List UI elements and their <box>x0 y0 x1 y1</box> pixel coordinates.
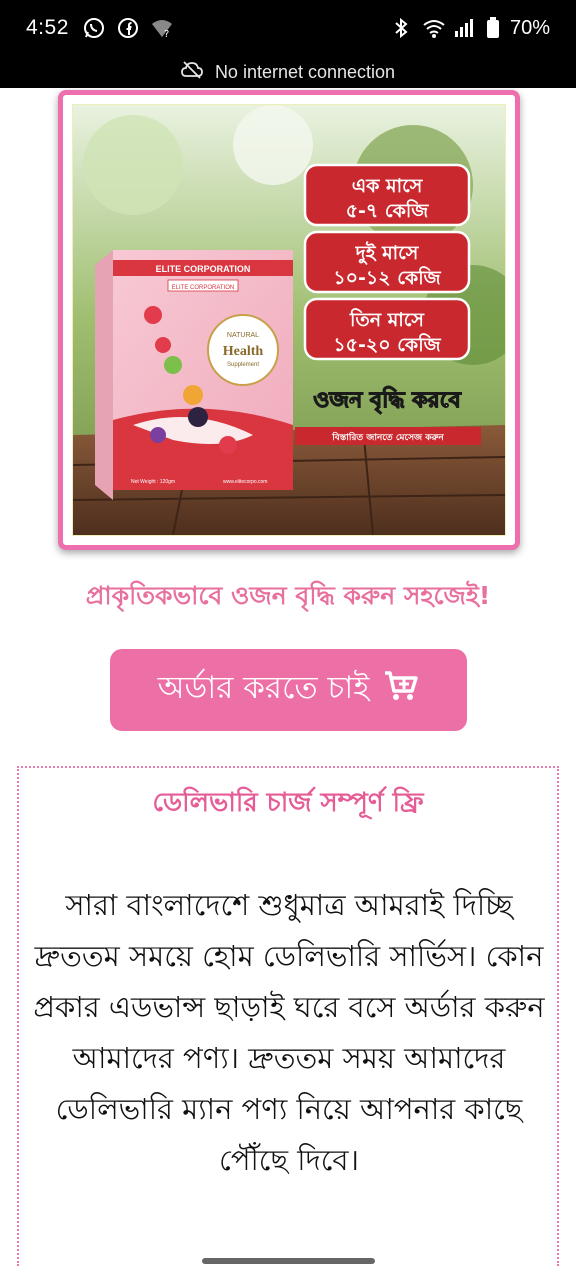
whatsapp-icon <box>83 17 105 39</box>
tagline: প্রাকৃতিকভাবে ওজন বৃদ্ধি করুন সহজেই! <box>85 581 491 610</box>
product-brand-small: ELITE CORPORATION <box>172 285 235 291</box>
wifi-question-icon: ? <box>151 17 173 40</box>
delivery-description: সারা বাংলাদেশে শুধুমাত্র আমরাই দিচ্ছি দ্… <box>33 888 545 1177</box>
delivery-section: ডেলিভারি চার্জ সম্পূর্ণ ফ্রি সারা বাংলাদ… <box>17 766 559 1266</box>
svg-text:১০-১২ কেজি: ১০-১২ কেজি <box>333 266 441 289</box>
order-button-label: অর্ডার করতে চাই <box>157 670 370 706</box>
status-bar: 4:52 ? 70% <box>0 0 576 56</box>
cloud-off-icon <box>181 60 203 84</box>
hero-headline: ওজন বৃদ্ধি করবে <box>313 386 461 414</box>
facebook-icon <box>117 17 139 39</box>
product-site: www.elitecorpo.com <box>223 479 267 485</box>
status-right: 70% <box>390 17 550 40</box>
no-internet-text: No internet connection <box>214 61 396 82</box>
product-natural: NATURAL <box>227 332 259 339</box>
svg-text:তিন মাসে: তিন মাসে <box>349 308 425 331</box>
battery-icon <box>486 17 500 39</box>
order-button[interactable]: অর্ডার করতে চাই <box>110 649 467 731</box>
product-weight: Net Weight : 120gm <box>131 479 175 485</box>
bluetooth-icon <box>390 17 412 39</box>
svg-text:৫-৭ কেজি: ৫-৭ কেজি <box>346 199 430 222</box>
svg-text:১৫-২০ কেজি: ১৫-২০ কেজি <box>333 333 441 356</box>
badge-3: তিন মাসে ১৫-২০ কেজি <box>303 297 471 361</box>
badge-2: দুই মাসে ১০-১২ কেজি <box>303 230 471 294</box>
product-supplement: Supplement <box>227 362 259 368</box>
cart-plus-icon <box>383 670 419 710</box>
status-time: 4:52 <box>26 16 69 39</box>
hero-sub-banner: বিস্তারিত জানতে মেসেজ করুন <box>331 431 444 443</box>
signal-icon <box>454 17 476 39</box>
svg-text:দুই মাসে: দুই মাসে <box>355 241 420 265</box>
delivery-title: ডেলিভারি চার্জ সম্পূর্ণ ফ্রি <box>152 788 424 818</box>
badge-1: এক মাসে ৫-৭ কেজি <box>303 163 471 227</box>
svg-text:?: ? <box>164 29 169 39</box>
wifi-icon <box>422 17 445 39</box>
svg-text:এক মাসে: এক মাসে <box>352 175 424 197</box>
home-indicator[interactable] <box>202 1258 375 1264</box>
status-left-icons: ? <box>83 17 173 40</box>
product-brand: ELITE CORPORATION <box>156 264 251 274</box>
no-internet-banner: No internet connection <box>0 56 576 88</box>
battery-percentage: 70% <box>509 16 550 39</box>
product-image-frame: ELITE CORPORATION ELITE CORPORATION NATU… <box>58 90 520 550</box>
product-health: Health <box>223 344 264 359</box>
product-image: ELITE CORPORATION ELITE CORPORATION NATU… <box>72 104 506 536</box>
